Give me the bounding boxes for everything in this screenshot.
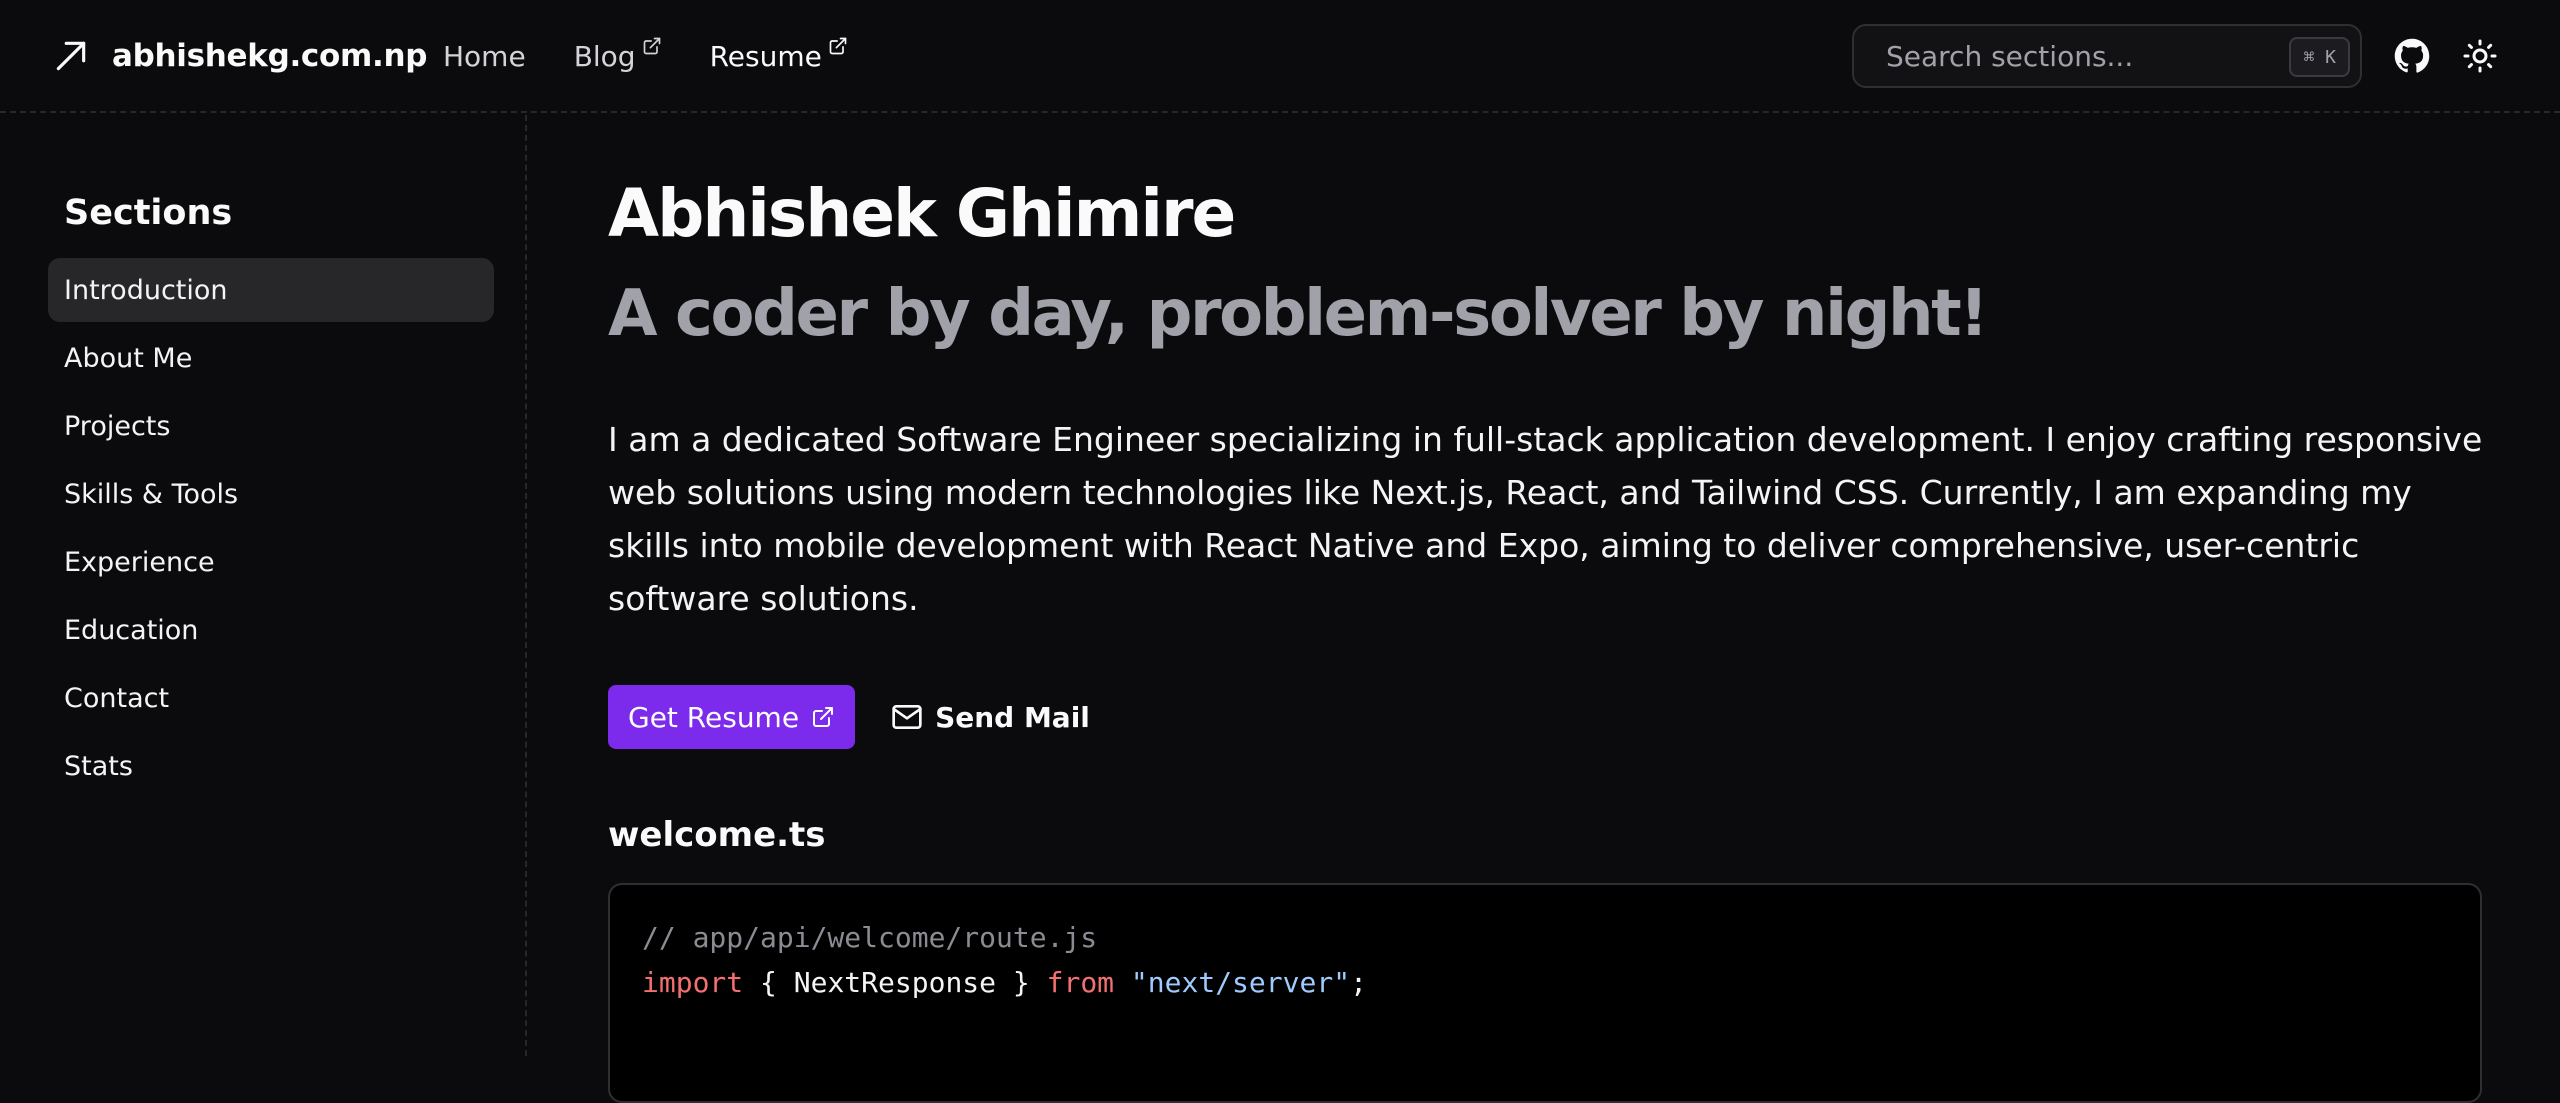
code-comment: // app/api/welcome/route.js: [642, 921, 1098, 954]
arrow-up-right-icon: [56, 41, 86, 71]
nav-resume-link[interactable]: Resume: [709, 37, 848, 73]
tagline: A coder by day, problem-solver by night!: [608, 277, 1989, 351]
code-block: // app/api/welcome/route.js import { Nex…: [608, 883, 2482, 1103]
keyboard-shortcut-badge: ⌘ K: [2289, 37, 2350, 77]
get-resume-button[interactable]: Get Resume: [608, 685, 856, 749]
external-link-icon: [829, 37, 847, 54]
search-input[interactable]: [1886, 39, 2266, 73]
external-link-icon: [813, 707, 834, 727]
sections-sidebar: Sections Introduction About Me Projects …: [0, 115, 527, 1056]
code-identifier: NextResponse: [793, 966, 997, 999]
sun-icon[interactable]: [2462, 38, 2498, 74]
send-mail-label: Send Mail: [935, 700, 1090, 734]
sidebar-item-skills-tools[interactable]: Skills & Tools: [48, 462, 494, 526]
nav-resume-label: Resume: [709, 39, 822, 73]
brand-link[interactable]: abhishekg.com.np: [52, 34, 427, 78]
page-title: Abhishek Ghimire: [608, 175, 1236, 252]
brand-name: abhishekg.com.np: [112, 38, 428, 74]
sidebar-item-label: Contact: [64, 682, 170, 714]
code-brace-close: }: [996, 966, 1047, 999]
external-link-icon: [643, 37, 660, 54]
sidebar-item-about-me[interactable]: About Me: [48, 326, 494, 390]
code-file-name: welcome.ts: [608, 815, 826, 855]
sidebar-item-label: Experience: [64, 546, 215, 578]
sidebar-item-label: Introduction: [64, 274, 228, 306]
sidebar-item-contact[interactable]: Contact: [48, 666, 494, 730]
sidebar-item-label: Skills & Tools: [64, 478, 239, 510]
code-brace-open: {: [743, 966, 794, 999]
sidebar-item-label: Projects: [64, 410, 171, 442]
send-mail-button[interactable]: Send Mail: [891, 701, 1090, 734]
sidebar-item-education[interactable]: Education: [48, 598, 494, 662]
nav-home-label: Home: [443, 39, 526, 73]
nav-blog-label: Blog: [573, 39, 636, 73]
sidebar-list: Introduction About Me Projects Skills & …: [48, 258, 494, 802]
sidebar-item-label: Stats: [64, 750, 133, 782]
sidebar-item-stats[interactable]: Stats: [48, 734, 494, 798]
search-box[interactable]: ⌘ K: [1852, 24, 2362, 88]
hero-actions: Get Resume Send Mail: [608, 685, 1090, 749]
sidebar-item-projects[interactable]: Projects: [48, 394, 494, 458]
sidebar-item-introduction[interactable]: Introduction: [48, 258, 494, 322]
sidebar-item-label: Education: [64, 614, 199, 646]
code-keyword-import: import: [642, 966, 744, 999]
sidebar-item-label: About Me: [64, 342, 193, 374]
sidebar-title: Sections: [64, 193, 233, 233]
code-keyword-from: from: [1046, 966, 1115, 999]
code-semicolon: ;: [1350, 966, 1367, 999]
intro-paragraph: I am a dedicated Software Engineer speci…: [608, 420, 2483, 618]
top-navbar: abhishekg.com.np Home Blog Resume ⌘ K: [0, 0, 2560, 113]
nav-blog-link[interactable]: Blog: [573, 37, 662, 73]
nav-home-link[interactable]: Home: [443, 40, 526, 73]
mail-icon: [892, 705, 922, 729]
code-string: "next/server": [1130, 966, 1351, 999]
get-resume-label: Get Resume: [628, 700, 800, 734]
main-nav: Home Blog Resume: [443, 34, 896, 78]
github-icon[interactable]: [2394, 38, 2430, 74]
sidebar-item-experience[interactable]: Experience: [48, 530, 494, 594]
